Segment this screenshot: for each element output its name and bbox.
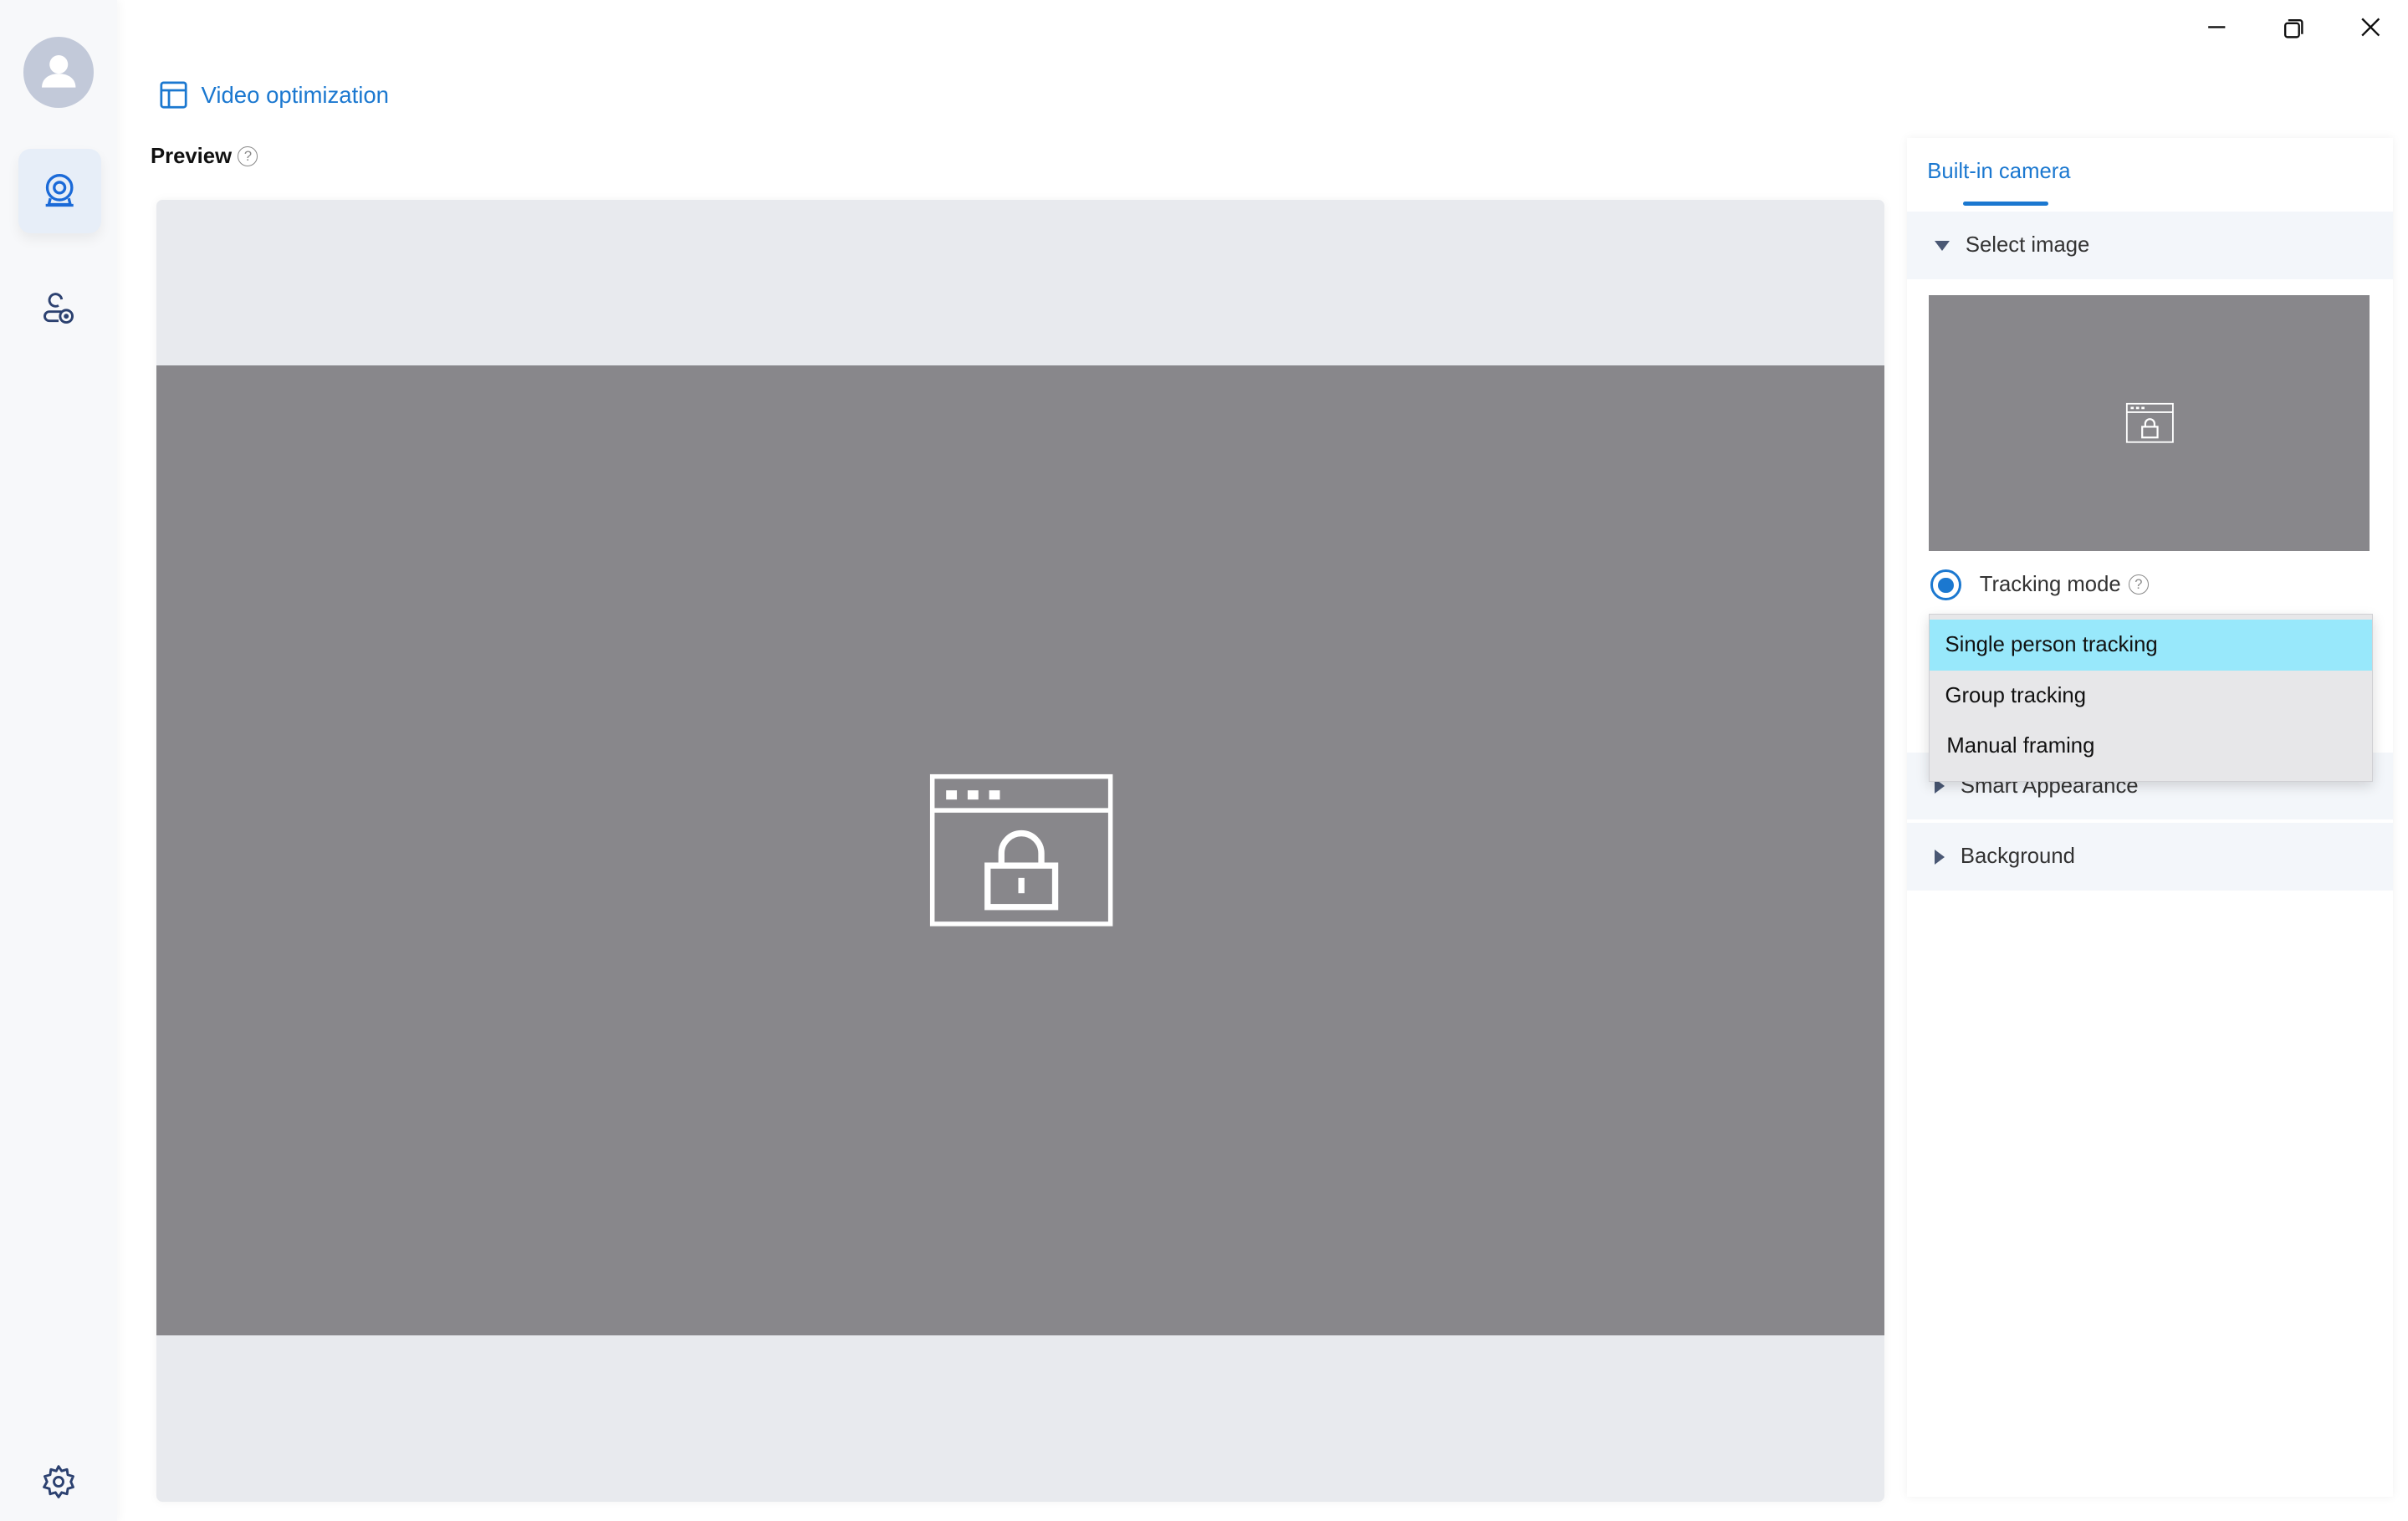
- minimize-icon: [2208, 25, 2226, 28]
- preview-area: [156, 199, 1884, 1502]
- section-title: Background: [1960, 845, 2075, 869]
- tracking-mode-radio[interactable]: [1930, 569, 1962, 601]
- preview-label: Preview ?: [151, 145, 258, 169]
- image-thumbnail[interactable]: [1929, 294, 2370, 552]
- close-icon: [2361, 18, 2380, 37]
- option-manual-framing[interactable]: Manual framing: [1930, 721, 2372, 772]
- page-title-text: Video optimization: [201, 81, 389, 108]
- close-button[interactable]: [2354, 13, 2385, 43]
- tracking-mode-label: Tracking mode ?: [1980, 573, 2149, 597]
- page-title: Video optimization: [160, 81, 389, 109]
- settings-panel: Built-in camera Select image Tracking mo…: [1907, 138, 2393, 1498]
- restore-icon: [2283, 18, 2303, 38]
- sidebar-item-camera[interactable]: [18, 149, 102, 234]
- tracking-mode-text: Tracking mode: [1979, 572, 2121, 596]
- active-tab-indicator: [1962, 201, 2049, 206]
- sidebar: [0, 0, 117, 1521]
- section-title: Select image: [1965, 233, 2090, 258]
- caret-down-icon: [1935, 240, 1950, 251]
- video-preview: [156, 365, 1884, 1336]
- restore-button[interactable]: [2278, 13, 2308, 43]
- option-single-person-tracking[interactable]: Single person tracking: [1930, 619, 2372, 671]
- tab-built-in-camera[interactable]: Built-in camera: [1927, 160, 2070, 184]
- avatar[interactable]: [23, 37, 94, 108]
- app-window: Video optimization Preview ? Built-in ca…: [0, 0, 2408, 1521]
- tracking-mode-dropdown[interactable]: Single person tracking Group tracking Ma…: [1929, 614, 2373, 782]
- caret-right-icon: [1935, 849, 1945, 865]
- help-icon[interactable]: ?: [238, 146, 258, 167]
- webcam-icon: [46, 173, 74, 207]
- gear-icon: [42, 1464, 74, 1498]
- user-camera-icon: [43, 293, 74, 324]
- locked-window-icon: [2126, 402, 2174, 443]
- section-background[interactable]: Background: [1907, 823, 2393, 891]
- settings-button[interactable]: [40, 1463, 77, 1507]
- preview-label-text: Preview: [150, 144, 233, 168]
- user-icon: [41, 55, 75, 88]
- option-group-tracking[interactable]: Group tracking: [1930, 671, 2372, 722]
- minimize-button[interactable]: [2201, 13, 2232, 43]
- radio-dot: [1938, 577, 1954, 593]
- section-select-image[interactable]: Select image: [1907, 212, 2393, 280]
- layout-icon: [160, 81, 187, 109]
- help-icon[interactable]: ?: [2128, 574, 2149, 595]
- sidebar-item-user-camera[interactable]: [40, 290, 77, 334]
- locked-window-icon: [929, 774, 1113, 927]
